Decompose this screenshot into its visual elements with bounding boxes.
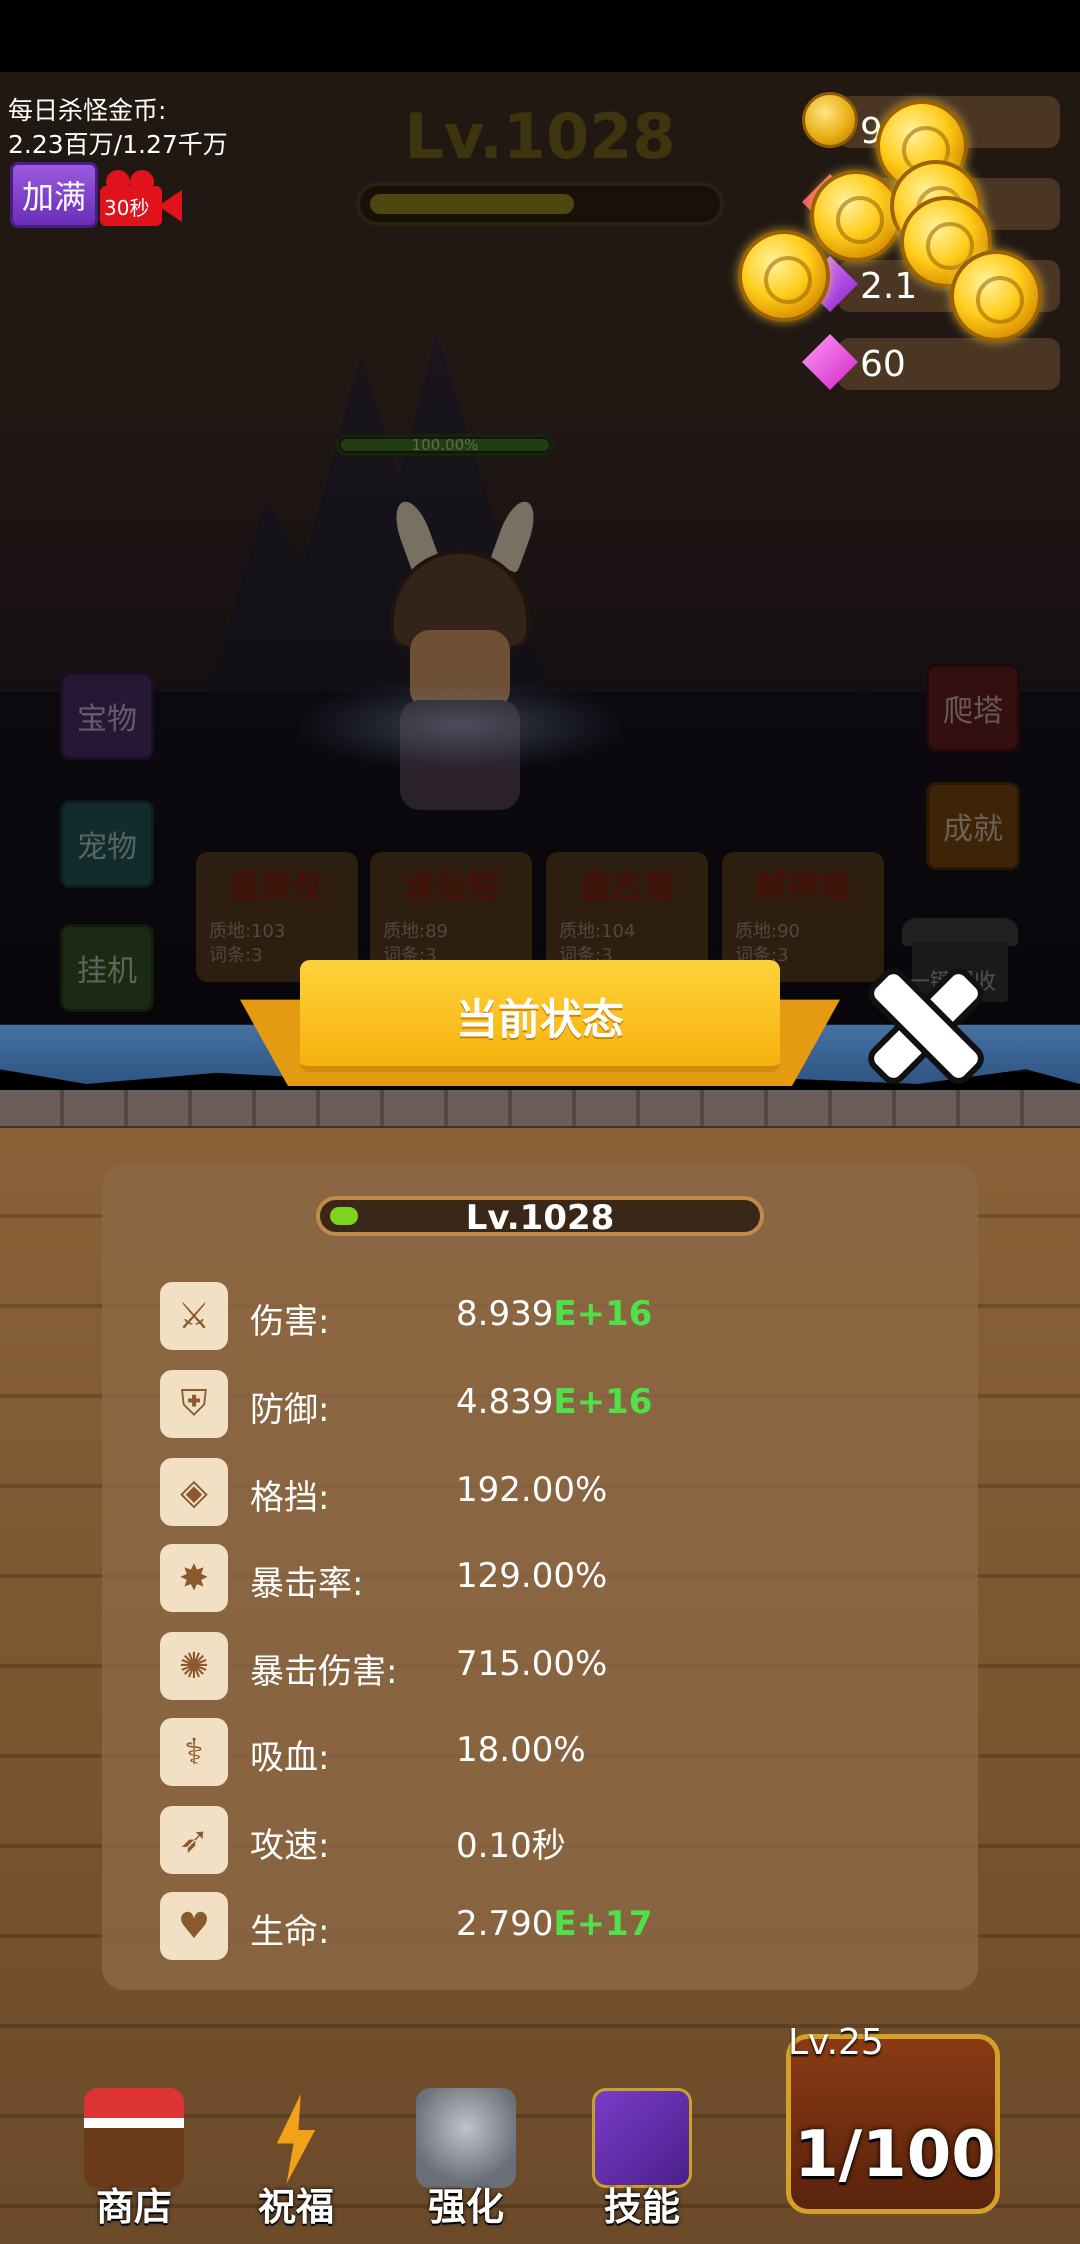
status-level-bar: Lv.1028: [316, 1196, 764, 1238]
gold-coin-icon: [802, 92, 858, 148]
crit-burst-icon: ✸: [160, 1544, 228, 1612]
close-icon[interactable]: [866, 966, 984, 1084]
shield-icon: ⛨: [160, 1370, 228, 1438]
lightning-icon: [246, 2088, 346, 2188]
stat-row-crit-rate: ✸ 暴击率: 129.00%: [158, 1542, 858, 1614]
daily-gold-info: 每日杀怪金币: 2.23百万/1.27千万: [8, 94, 228, 162]
stat-value: 192.00%: [456, 1470, 608, 1510]
stat-row-damage: ⚔ 伤害: 8.939E+16: [158, 1280, 858, 1352]
stat-row-attack-speed: ➶ 攻速: 0.10秒: [158, 1804, 858, 1876]
camera-lens: [158, 190, 182, 222]
stat-label: 暴击率:: [250, 1564, 364, 1604]
stat-exponent: E+16: [553, 1294, 653, 1334]
stat-label: 生命:: [250, 1912, 330, 1952]
stat-label: 伤害:: [250, 1302, 330, 1342]
currency-value: 60: [860, 344, 906, 385]
daily-gold-label: 每日杀怪金币:: [8, 96, 167, 125]
stat-label: 防御:: [250, 1390, 330, 1430]
lifesteal-sword-icon: ⚕: [160, 1718, 228, 1786]
stat-value: 4.839E+16: [456, 1382, 653, 1422]
nav-label: 技能: [603, 2185, 680, 2229]
video-ad-button[interactable]: 30秒: [100, 168, 182, 226]
shop-icon: [84, 2088, 184, 2188]
spellbook-icon: [592, 2088, 692, 2188]
nav-label: 强化: [427, 2185, 504, 2229]
stat-row-defense: ⛨ 防御: 4.839E+16: [158, 1368, 858, 1440]
status-level-text: Lv.1028: [465, 1198, 615, 1238]
stat-label: 暴击伤害:: [250, 1652, 398, 1692]
stat-label: 格挡:: [250, 1478, 330, 1518]
stat-exponent: E+17: [553, 1904, 653, 1944]
stat-exponent: E+16: [553, 1382, 653, 1422]
block-shield-icon: ◈: [160, 1458, 228, 1526]
helmet-hammer-icon: [416, 2088, 516, 2188]
nav-shop[interactable]: 商店: [64, 2080, 204, 2230]
stat-label: 攻速:: [250, 1826, 330, 1866]
stat-row-block: ◈ 格挡: 192.00%: [158, 1456, 858, 1528]
stat-row-lifesteal: ⚕ 吸血: 18.00%: [158, 1716, 858, 1788]
attack-speed-icon: ➶: [160, 1806, 228, 1874]
stat-row-crit-damage: ✺ 暴击伤害: 715.00%: [158, 1630, 858, 1702]
flying-coin-icon: [950, 250, 1042, 342]
stat-row-life: ♥ 生命: 2.790E+17: [158, 1890, 858, 1962]
stat-value: 8.939E+16: [456, 1294, 653, 1334]
stat-value: 2.790E+17: [456, 1904, 653, 1944]
popup-title: 当前状态: [455, 994, 624, 1044]
sword-icon: ⚔: [160, 1282, 228, 1350]
fill-up-button[interactable]: 加满: [10, 162, 98, 228]
flying-coin-icon: [738, 230, 830, 322]
stat-value: 0.10秒: [456, 1826, 566, 1866]
diamond-currency[interactable]: 60: [802, 334, 1060, 390]
status-bar: [0, 0, 1080, 72]
nav-skill[interactable]: 技能: [572, 2080, 712, 2230]
crit-damage-icon: ✺: [160, 1632, 228, 1700]
nav-forge[interactable]: 强化: [396, 2080, 536, 2230]
stat-value: 715.00%: [456, 1644, 608, 1684]
chest-level: Lv.25: [788, 2022, 884, 2063]
nav-label: 祝福: [257, 2185, 334, 2229]
nav-bless[interactable]: 祝福: [226, 2080, 366, 2230]
flying-coin-icon: [810, 170, 902, 262]
currency-value: 2.1: [860, 266, 918, 307]
stat-label: 吸血:: [250, 1738, 330, 1778]
video-timer: 30秒: [104, 196, 150, 220]
nav-label: 商店: [95, 2185, 172, 2229]
daily-gold-value: 2.23百万/1.27千万: [8, 130, 228, 159]
chest-count: 1/100: [794, 2118, 996, 2192]
heart-plus-icon: ♥: [160, 1892, 228, 1960]
stat-value: 18.00%: [456, 1730, 586, 1770]
stat-value: 129.00%: [456, 1556, 608, 1596]
game-screen: 100.00% 宝物 宠物 挂机 爬塔 成就 星辰仗 质地:103 词条:3 诛…: [0, 0, 1080, 2244]
